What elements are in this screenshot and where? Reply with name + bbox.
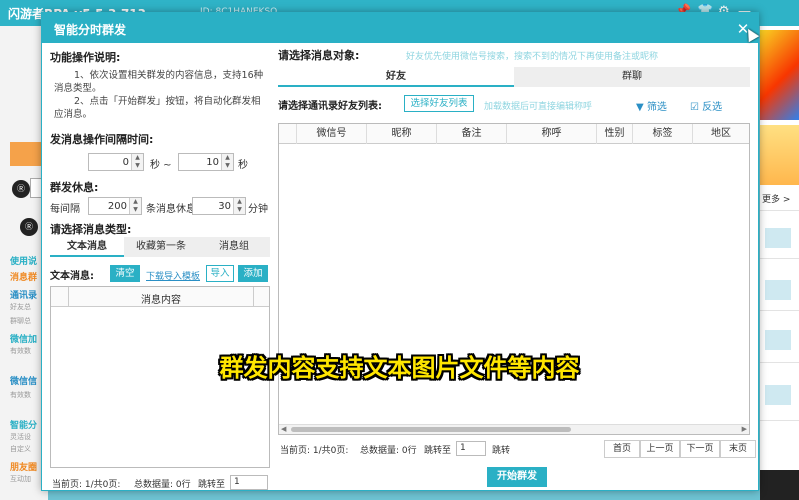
select-friends-title: 请选择通讯录好友列表: (278, 101, 382, 112)
type-title: 请选择消息类型: (50, 223, 132, 236)
select-friends-button[interactable]: 选择好友列表 (404, 95, 474, 112)
app-icon[interactable] (765, 228, 791, 248)
interval-unit-label: 秒 (238, 160, 248, 171)
filter-icon: ▼ (636, 102, 644, 113)
left-pager-current: 当前页: 1/共0页: (52, 480, 121, 490)
jump-button[interactable]: 跳转 (492, 443, 510, 456)
stepper-arrows-icon: ▲ ▼ (221, 154, 233, 170)
tab-first-favorite[interactable]: 收藏第一条 (124, 237, 198, 257)
dialog-title: 智能分时群发 (54, 23, 127, 37)
scrollbar-thumb[interactable] (291, 427, 571, 432)
promo-image (760, 125, 799, 185)
column-remark: 备注 (437, 124, 507, 144)
interval-min-stepper[interactable]: 0 ▲ ▼ (88, 153, 144, 171)
last-page-button[interactable]: 末页 (720, 440, 756, 458)
desc-line-1: 1、依次设置相关群发的内容信息，支持16种消息类型。 (54, 70, 264, 94)
download-template-link[interactable]: 下载导入模板 (146, 269, 200, 282)
interval-max-stepper[interactable]: 10 ▲ ▼ (178, 153, 234, 171)
tab-friends[interactable]: 好友 (278, 67, 514, 87)
app-icon[interactable] (765, 330, 791, 350)
promo-image (760, 30, 799, 120)
right-pager-current: 当前页: 1/共0页: (280, 446, 349, 456)
smart-broadcast-dialog: 智能分时群发 ✕ 功能操作说明: 1、依次设置相关群发的内容信息，支持16种消息… (41, 12, 759, 491)
rest-prefix-label: 每间隔 (50, 204, 80, 215)
right-pager-jump-label: 跳转至 (424, 446, 452, 456)
desc-title: 功能操作说明: (50, 51, 121, 64)
interval-title: 发消息操作间隔时间: (50, 133, 154, 146)
app-icon[interactable] (765, 280, 791, 300)
rest-minutes-stepper[interactable]: 30 ▲ ▼ (192, 197, 246, 215)
column-gender: 性别 (597, 124, 633, 144)
interval-row: 0 ▲ ▼ 秒 ~ 10 ▲ ▼ 秒 (50, 153, 270, 171)
scroll-right-icon: ▶ (741, 425, 747, 433)
table-header-end (253, 287, 269, 307)
select-hint: 加载数据后可直接编辑称呼 (484, 102, 593, 112)
right-page-input[interactable]: 1 (456, 441, 486, 456)
stepper-arrows-icon: ▲ ▼ (131, 154, 143, 170)
column-title: 称呼 (507, 124, 597, 144)
interval-sep-label: 秒 ~ (150, 160, 172, 171)
target-hint: 好友优先使用微信号搜索，搜索不到的情况下再使用备注或昵称 (406, 52, 659, 62)
row-selector-header[interactable] (51, 287, 69, 307)
desc-line-2: 2、点击「开始群发」按钮，将自动化群发相应消息。 (54, 96, 261, 120)
message-type-tabs: 文本消息 收藏第一条 消息组 (50, 237, 270, 257)
left-page-input[interactable]: 1 (230, 475, 268, 490)
next-page-button[interactable]: 下一页 (680, 440, 720, 458)
tab-message-group[interactable]: 消息组 (198, 237, 270, 257)
rest-mid-label: 条消息休息 (146, 204, 196, 215)
column-wechat-id: 微信号 (297, 124, 367, 144)
target-title: 请选择消息对象: (278, 49, 360, 62)
friends-table: 微信号 昵称 备注 称呼 性别 标签 地区 ◀ ▶ (278, 123, 750, 435)
import-button[interactable]: 导入 (206, 265, 234, 282)
rest-unit-label: 分钟 (248, 204, 268, 215)
start-broadcast-button[interactable]: 开始群发 (487, 467, 547, 487)
prev-page-button[interactable]: 上一页 (640, 440, 680, 458)
text-message-label: 文本消息: (50, 271, 94, 282)
horizontal-scrollbar[interactable]: ◀ ▶ (279, 424, 749, 434)
stepper-arrows-icon: ▲ ▼ (233, 198, 245, 214)
left-pager-jump-label: 跳转至 (198, 480, 226, 490)
stepper-arrows-icon: ▲ ▼ (129, 198, 141, 214)
rest-title: 群发休息: (50, 181, 99, 194)
right-pager-total: 总数据量: 0行 (360, 446, 417, 456)
left-pager-total: 总数据量: 0行 (134, 480, 191, 490)
dialog-titlebar: 智能分时群发 ✕ (42, 13, 758, 43)
add-button[interactable]: 添加 (238, 265, 268, 282)
invert-icon: ☑ (690, 102, 699, 113)
invert-button[interactable]: ☑ 反选 (690, 98, 722, 113)
left-panel: 功能操作说明: 1、依次设置相关群发的内容信息，支持16种消息类型。 2、点击「… (50, 43, 270, 491)
video-caption: 群发内容支持文本图片文件等内容 (219, 354, 580, 382)
filter-button[interactable]: ▼ 筛选 (636, 98, 667, 113)
logo-icon: Ⓡ (20, 218, 38, 236)
message-table-header: 消息内容 (51, 287, 269, 307)
rest-row: 每间隔 200 ▲ ▼ 条消息休息 30 ▲ ▼ 分钟 (50, 197, 270, 215)
tab-groups[interactable]: 群聊 (514, 67, 750, 87)
first-page-button[interactable]: 首页 (604, 440, 640, 458)
scroll-left-icon: ◀ (281, 425, 287, 433)
more-link[interactable]: 更多 > (762, 192, 790, 205)
tab-text-message[interactable]: 文本消息 (50, 237, 124, 257)
app-icon[interactable] (765, 385, 791, 405)
column-message-content: 消息内容 (141, 295, 181, 306)
column-nickname: 昵称 (367, 124, 437, 144)
logo-icon: Ⓡ (12, 180, 30, 198)
clear-button[interactable]: 清空 (110, 265, 140, 282)
target-tabs: 好友 群聊 (278, 67, 750, 87)
column-tags: 标签 (633, 124, 693, 144)
friends-table-header: 微信号 昵称 备注 称呼 性别 标签 地区 (279, 124, 749, 144)
row-selector-header[interactable] (279, 124, 297, 144)
column-region: 地区 (711, 128, 731, 139)
rest-count-stepper[interactable]: 200 ▲ ▼ (88, 197, 142, 215)
footer-bar (760, 470, 799, 500)
right-panel: 请选择消息对象: 好友优先使用微信号搜索，搜索不到的情况下再使用备注或昵称 好友… (278, 43, 756, 491)
